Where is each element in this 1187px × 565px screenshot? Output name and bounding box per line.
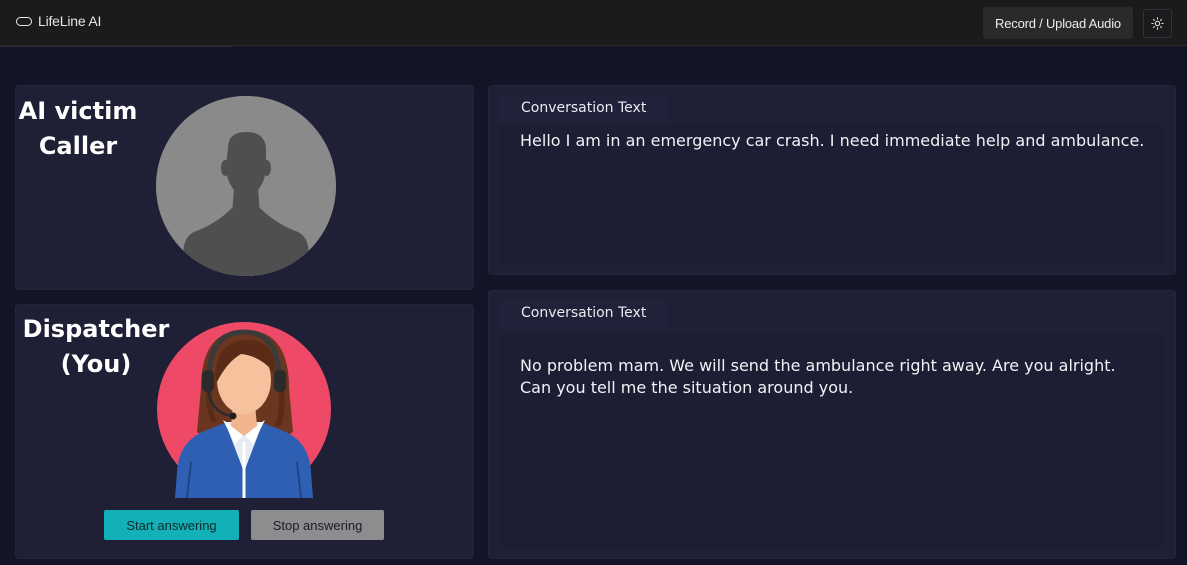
caller-title-line2: Caller [38, 132, 118, 160]
top-bar: LifeLine AI Record / Upload Audio [0, 0, 1187, 46]
caller-avatar [156, 96, 336, 276]
dispatcher-title-line2: (You) [60, 350, 132, 378]
conversation-label: Conversation Text [499, 299, 669, 328]
person-silhouette-icon [156, 96, 336, 276]
dispatcher-avatar [157, 322, 331, 499]
app-name: LifeLine AI [38, 13, 102, 29]
dispatcher-title-line1: Dispatcher [22, 315, 170, 343]
brand-logo-icon [16, 16, 32, 26]
caller-title-line1: AI victim [18, 97, 138, 125]
conversation-panel-dispatcher: Conversation Text No problem mam. We wil… [489, 291, 1175, 558]
start-answering-button[interactable]: Start answering [104, 510, 239, 540]
conversation-label: Conversation Text [499, 94, 669, 123]
stop-answering-button[interactable]: Stop answering [251, 510, 384, 540]
caller-panel: AI victim Caller [16, 86, 473, 289]
record-upload-audio-button[interactable]: Record / Upload Audio [983, 7, 1133, 39]
conversation-text[interactable]: No problem mam. We will send the ambulan… [520, 355, 1149, 399]
tab-underline [0, 46, 232, 47]
dispatcher-panel: Dispatcher (You) Start answering Stop an… [16, 305, 473, 558]
brand[interactable]: LifeLine AI [16, 13, 101, 29]
theme-toggle-button[interactable] [1143, 9, 1172, 38]
conversation-text[interactable]: Hello I am in an emergency car crash. I … [520, 130, 1149, 152]
caller-title: AI victim Caller [16, 94, 140, 164]
dispatcher-title: Dispatcher (You) [20, 312, 172, 382]
operator-headset-avatar [157, 322, 331, 499]
sun-icon [1151, 17, 1164, 30]
conversation-panel-caller: Conversation Text Hello I am in an emerg… [489, 86, 1175, 274]
